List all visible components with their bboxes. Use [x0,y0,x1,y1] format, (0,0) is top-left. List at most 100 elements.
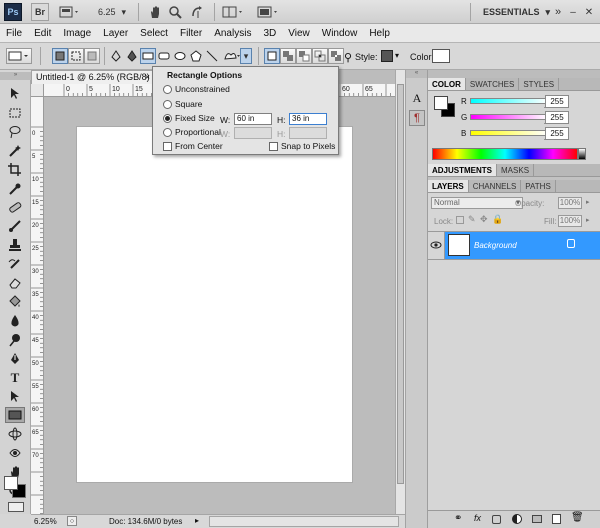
menu-image[interactable]: Image [57,24,97,43]
width-field[interactable]: 60 in [234,113,272,125]
zoom-tool-button[interactable] [166,3,184,21]
workspace-switcher[interactable]: ESSENTIALS ▾ [478,3,550,21]
custom-shape-button[interactable] [222,48,242,64]
crop-tool[interactable] [5,162,25,178]
status-zoom[interactable]: 6.25% [34,517,57,526]
green-slider[interactable] [470,114,548,120]
fixed-size-radio[interactable] [163,113,172,123]
blur-tool[interactable] [5,313,25,329]
new-group-icon[interactable] [532,515,542,523]
rounded-rectangle-button[interactable] [156,48,172,64]
menu-analysis[interactable]: Analysis [208,24,257,43]
opacity-field[interactable]: 100% [558,197,582,209]
strip-collapse-handle[interactable]: « [406,70,427,78]
from-center-option[interactable]: From Center [163,141,223,151]
menu-edit[interactable]: Edit [28,24,57,43]
proportional-radio[interactable] [163,127,172,137]
eyedropper-tool[interactable] [5,181,25,197]
tab-swatches[interactable]: SWATCHES [466,78,520,90]
status-preview-icon[interactable]: ○ [67,516,77,526]
link-layers-icon[interactable]: ⚭ [454,513,462,524]
layer-visibility-toggle[interactable] [428,232,445,259]
menu-help[interactable]: Help [363,24,396,43]
menu-select[interactable]: Select [134,24,174,43]
rectangle-shape-button[interactable] [140,48,156,64]
lasso-tool[interactable] [5,124,25,140]
add-to-shape-button[interactable] [280,48,296,64]
view-extras-button[interactable] [57,3,83,21]
blue-value-field[interactable]: 255 [545,127,569,140]
black-white-ramp[interactable] [578,148,586,160]
healing-brush-tool[interactable] [5,199,25,215]
chevron-down-icon[interactable]: ▾ [395,51,399,60]
menu-window[interactable]: Window [316,24,364,43]
link-icon[interactable]: ⚲ [344,51,352,64]
paragraph-panel-icon[interactable]: ¶ [409,110,425,126]
close-document-icon[interactable]: × [145,71,150,84]
history-brush-tool[interactable] [5,256,25,272]
from-center-checkbox[interactable] [163,141,172,151]
unconstrained-radio[interactable] [163,84,172,94]
geometry-options-dropdown[interactable]: ▾ [240,48,252,64]
snap-to-pixels-checkbox[interactable] [269,141,278,151]
intersect-shape-button[interactable] [312,48,328,64]
layer-row-background[interactable]: Background [428,231,600,260]
trash-icon[interactable]: 🗑 [571,512,584,523]
color-spectrum-bar[interactable] [432,148,578,160]
adjustment-layer-icon[interactable] [512,514,522,524]
chevron-right-icon[interactable]: ▸ [586,216,590,224]
fill-color-swatch[interactable] [432,49,450,63]
move-tool[interactable] [5,86,25,102]
status-menu-arrow-icon[interactable]: ▸ [195,516,199,525]
ellipse-button[interactable] [172,48,188,64]
shape-layers-button[interactable] [52,48,68,64]
paint-bucket-tool[interactable] [5,294,25,310]
tab-adjustments[interactable]: ADJUSTMENTS [428,164,498,176]
square-radio[interactable] [163,99,172,109]
exclude-shape-button[interactable] [328,48,344,64]
eraser-tool[interactable] [5,275,25,291]
menu-file[interactable]: File [0,24,28,43]
layer-name[interactable]: Background [474,241,517,250]
unconstrained-option[interactable]: Unconstrained [163,84,230,94]
square-option[interactable]: Square [163,99,202,109]
new-shape-layer-button[interactable] [264,48,280,64]
menu-3d[interactable]: 3D [257,24,282,43]
chevron-right-icon[interactable]: ▸ [586,198,590,206]
screen-mode-button[interactable] [255,3,283,21]
tab-channels[interactable]: CHANNELS [469,180,522,192]
tab-color[interactable]: COLOR [428,78,466,90]
hand-tool-button[interactable] [146,3,164,21]
vertical-scrollbar[interactable] [395,70,405,514]
red-value-field[interactable]: 255 [545,95,569,108]
line-tool-button[interactable] [204,48,220,64]
path-selection-tool[interactable] [5,389,25,405]
tab-paths[interactable]: PATHS [521,180,556,192]
dock-header[interactable] [428,70,600,78]
height-field[interactable]: 36 in [289,113,327,125]
red-slider[interactable] [470,98,548,104]
foreground-color-swatch[interactable] [4,476,18,490]
subtract-shape-button[interactable] [296,48,312,64]
document-tab[interactable]: Untitled-1 @ 6.25% (RGB/8) * × [31,70,155,95]
polygon-button[interactable] [188,48,204,64]
lock-all-icon[interactable]: 🔒 [492,214,503,225]
horizontal-scrollbar[interactable] [209,516,399,527]
menu-view[interactable]: View [282,24,316,43]
tab-styles[interactable]: STYLES [519,78,560,90]
quick-mask-button[interactable] [8,502,24,512]
snap-to-pixels-option[interactable]: Snap to Pixels [269,141,335,151]
zoom-level-dropdown[interactable]: 6.25 ▾ [92,3,132,21]
tab-layers[interactable]: LAYERS [428,180,469,192]
type-tool[interactable]: T [5,370,25,386]
fill-field[interactable]: 100% [558,215,582,227]
proportional-option[interactable]: Proportional [163,127,221,137]
rectangle-tool[interactable] [5,407,25,423]
color-foreground-swatch[interactable] [434,96,448,110]
tab-masks[interactable]: MASKS [497,164,535,176]
bridge-button[interactable]: Br [31,3,49,21]
marquee-tool[interactable] [5,105,25,121]
paths-button[interactable] [68,48,84,64]
menu-filter[interactable]: Filter [174,24,208,43]
green-value-field[interactable]: 255 [545,111,569,124]
